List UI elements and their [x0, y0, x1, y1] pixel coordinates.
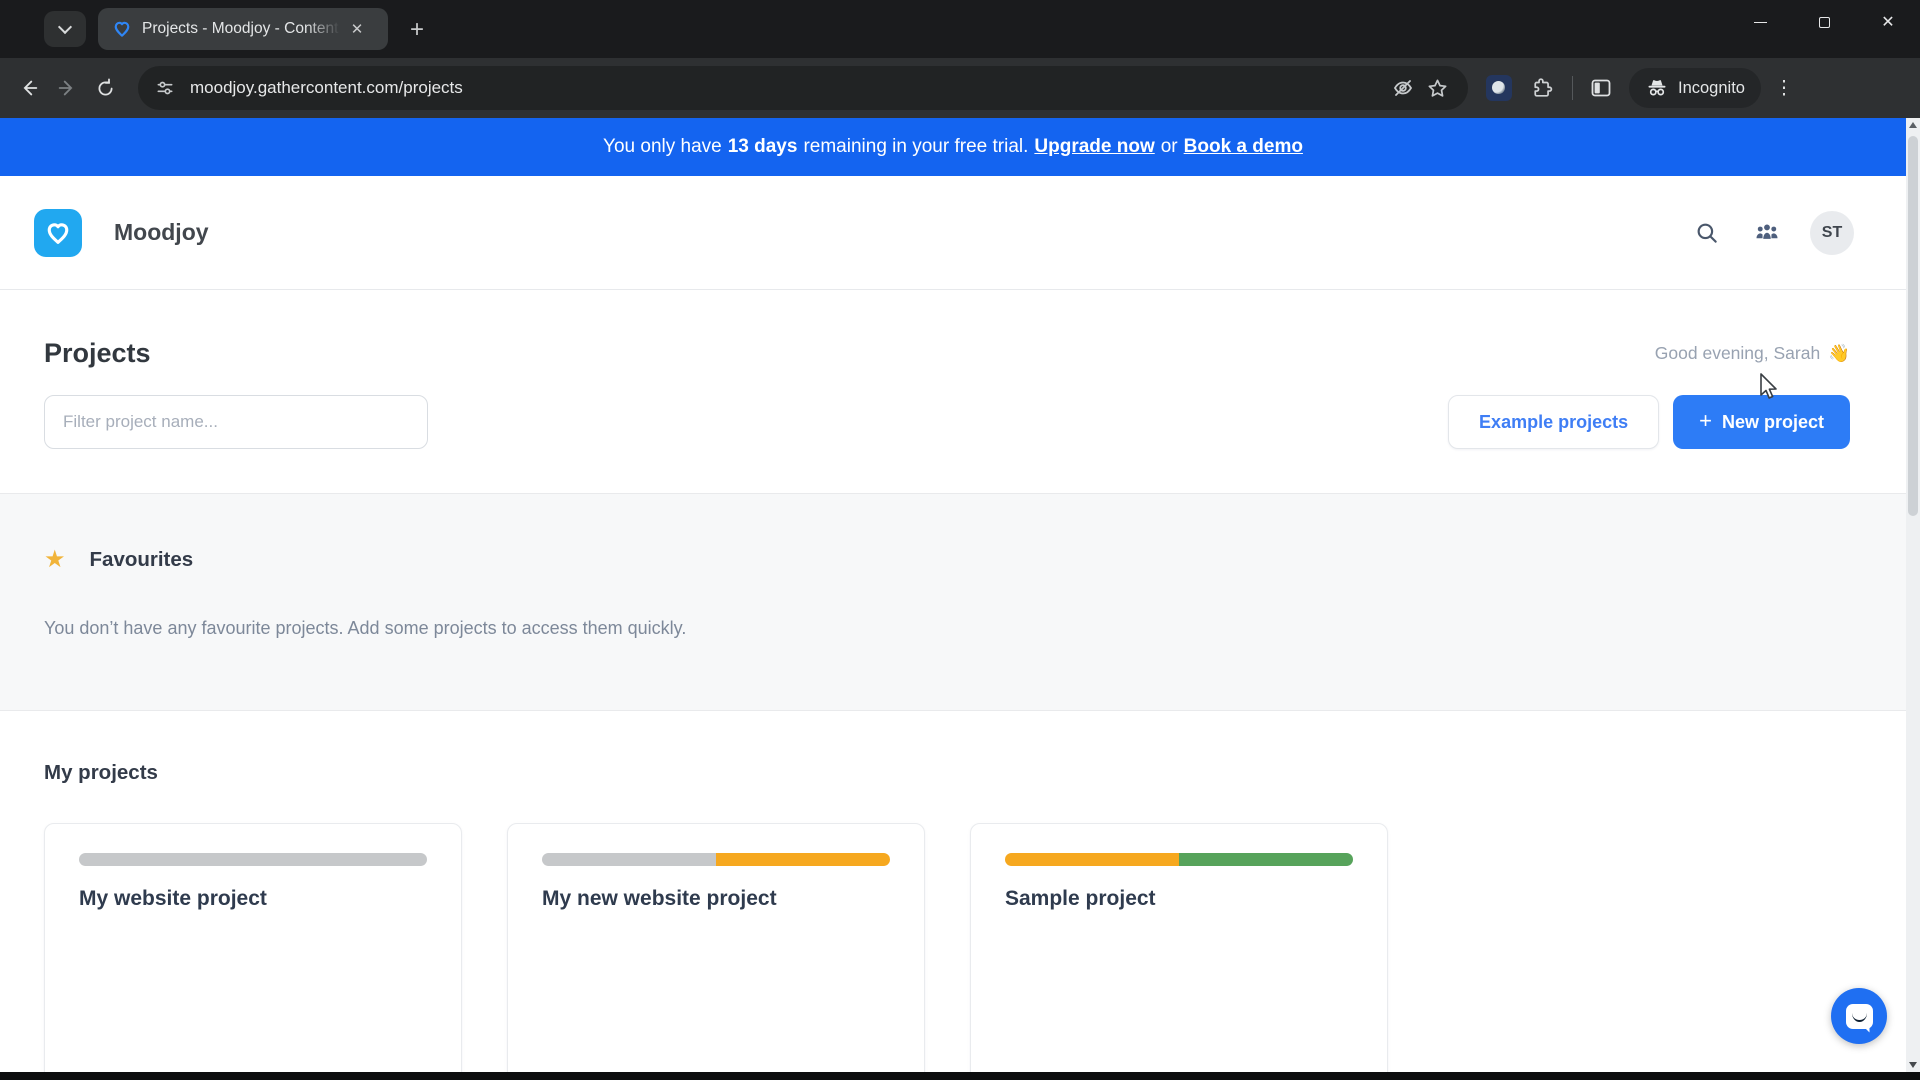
- team-members-button[interactable]: [1750, 216, 1784, 250]
- toolbar-right: Incognito ⋮: [1486, 68, 1809, 108]
- page-title: Projects: [44, 338, 151, 368]
- web-page: You only have 13 days remaining in your …: [0, 118, 1906, 1080]
- incognito-label: Incognito: [1678, 78, 1745, 97]
- project-progress-bar: [79, 853, 427, 866]
- tracking-protection-button[interactable]: [1386, 71, 1420, 105]
- moodjoy-logo[interactable]: [34, 208, 82, 257]
- scrollbar-down-arrow[interactable]: [1906, 1058, 1920, 1072]
- scrollbar-up-arrow[interactable]: [1906, 118, 1920, 132]
- project-card-title[interactable]: Sample project: [1005, 887, 1353, 911]
- address-bar[interactable]: moodjoy.gathercontent.com/projects: [138, 66, 1468, 110]
- smile-icon: [1851, 1013, 1867, 1022]
- user-avatar[interactable]: ST: [1810, 210, 1854, 255]
- page-viewport: You only have 13 days remaining in your …: [0, 118, 1920, 1080]
- progress-segment: [1005, 853, 1179, 866]
- upgrade-now-link[interactable]: Upgrade now: [1034, 136, 1154, 158]
- star-outline-icon: [1427, 78, 1447, 97]
- forward-arrow-icon: [58, 80, 73, 96]
- extensions-puzzle-icon[interactable]: [1532, 76, 1556, 100]
- page-scrollbar[interactable]: [1906, 118, 1920, 1080]
- project-cards: My website project My new website project…: [44, 823, 1850, 1080]
- scrollbar-thumb[interactable]: [1908, 136, 1918, 516]
- search-icon: [1697, 223, 1717, 243]
- people-icon: [1756, 223, 1778, 239]
- my-projects-section: My projects My website project My new web…: [0, 711, 1906, 1080]
- favourites-section: ★ Favourites You don’t have any favourit…: [0, 493, 1906, 711]
- greeting-label: Good evening, Sarah: [1654, 343, 1821, 363]
- banner-days-remaining: 13 days: [727, 136, 798, 157]
- progress-segment: [542, 853, 716, 866]
- favourites-title: Favourites: [89, 548, 194, 571]
- bottom-edge-strip: [0, 1072, 1920, 1080]
- banner-text-middle: remaining in your free trial.: [803, 136, 1029, 157]
- tab-close-icon[interactable]: ✕: [346, 18, 368, 40]
- browser-menu-button[interactable]: ⋮: [1773, 77, 1795, 100]
- project-card[interactable]: My website project: [44, 823, 462, 1080]
- filter-project-input[interactable]: [44, 395, 428, 449]
- chevron-down-icon: [57, 19, 73, 35]
- minimize-button[interactable]: [1728, 0, 1792, 44]
- triangle-down-icon: [1909, 1062, 1917, 1068]
- incognito-badge[interactable]: Incognito: [1629, 68, 1761, 108]
- side-panel-icon[interactable]: [1589, 76, 1613, 100]
- tab-title: Projects - Moodjoy - Content W: [142, 20, 340, 38]
- moodjoy-favicon-icon: [114, 21, 130, 37]
- minimize-icon: [1753, 21, 1767, 23]
- close-window-button[interactable]: ✕: [1856, 0, 1920, 44]
- chat-widget-button[interactable]: [1831, 988, 1887, 1044]
- tab-search-button[interactable]: [44, 11, 86, 47]
- bookmark-button[interactable]: [1420, 71, 1454, 105]
- progress-segment: [1179, 853, 1353, 866]
- url-text[interactable]: moodjoy.gathercontent.com/projects: [190, 78, 1386, 98]
- my-projects-title: My projects: [44, 761, 158, 784]
- trial-banner: You only have 13 days remaining in your …: [0, 118, 1906, 176]
- project-card[interactable]: My new website project: [507, 823, 925, 1080]
- maximize-icon: [1818, 16, 1830, 28]
- close-icon: ✕: [1881, 14, 1895, 31]
- project-progress-bar: [1005, 853, 1353, 866]
- incognito-icon: [1648, 80, 1666, 96]
- greeting-text: Good evening, Sarah 👋: [1655, 343, 1850, 364]
- progress-segment: [716, 853, 890, 866]
- moodjoy-heart-icon: [47, 222, 69, 244]
- window-controls: ✕: [1728, 0, 1920, 44]
- search-button[interactable]: [1690, 216, 1724, 250]
- toolbar-separator: [1572, 76, 1573, 100]
- browser-toolbar: moodjoy.gathercontent.com/projects Incog…: [0, 58, 1920, 118]
- browser-tab-strip: Projects - Moodjoy - Content W ✕ + ✕: [0, 0, 1920, 58]
- header-actions: ST: [1690, 210, 1854, 255]
- eye-off-icon: [1393, 80, 1413, 96]
- project-card-title[interactable]: My new website project: [542, 887, 890, 911]
- extension-shortcut-icon[interactable]: [1486, 75, 1512, 101]
- new-project-label: New project: [1721, 411, 1824, 432]
- progress-segment: [79, 853, 427, 866]
- new-tab-button[interactable]: +: [402, 15, 432, 45]
- project-progress-bar: [542, 853, 890, 866]
- project-card[interactable]: Sample project: [970, 823, 1388, 1080]
- back-arrow-icon: [23, 80, 38, 96]
- site-header: Moodjoy ST: [0, 176, 1906, 290]
- triangle-up-icon: [1909, 122, 1917, 128]
- reload-button[interactable]: [86, 69, 124, 107]
- site-controls-icon[interactable]: [150, 73, 180, 103]
- book-demo-link[interactable]: Book a demo: [1184, 136, 1303, 158]
- waving-hand-emoji: 👋: [1828, 343, 1850, 363]
- plus-icon: +: [1699, 408, 1712, 433]
- browser-tab[interactable]: Projects - Moodjoy - Content W ✕: [98, 8, 388, 50]
- project-card-title[interactable]: My website project: [79, 887, 427, 911]
- back-button[interactable]: [10, 69, 48, 107]
- favourites-empty-text: You don’t have any favourite projects. A…: [44, 618, 687, 638]
- new-project-button[interactable]: + New project: [1673, 395, 1850, 449]
- banner-text: You only have: [603, 136, 722, 157]
- forward-button[interactable]: [48, 69, 86, 107]
- banner-or-text: or: [1160, 136, 1178, 157]
- maximize-button[interactable]: [1792, 0, 1856, 44]
- brand-name[interactable]: Moodjoy: [114, 219, 209, 246]
- example-projects-button[interactable]: Example projects: [1448, 395, 1660, 449]
- reload-icon: [98, 77, 112, 95]
- projects-header-section: Projects Good evening, Sarah 👋 Example p…: [0, 290, 1906, 493]
- chat-bubble-icon: [1845, 1003, 1873, 1029]
- favourite-star-icon: ★: [44, 546, 66, 573]
